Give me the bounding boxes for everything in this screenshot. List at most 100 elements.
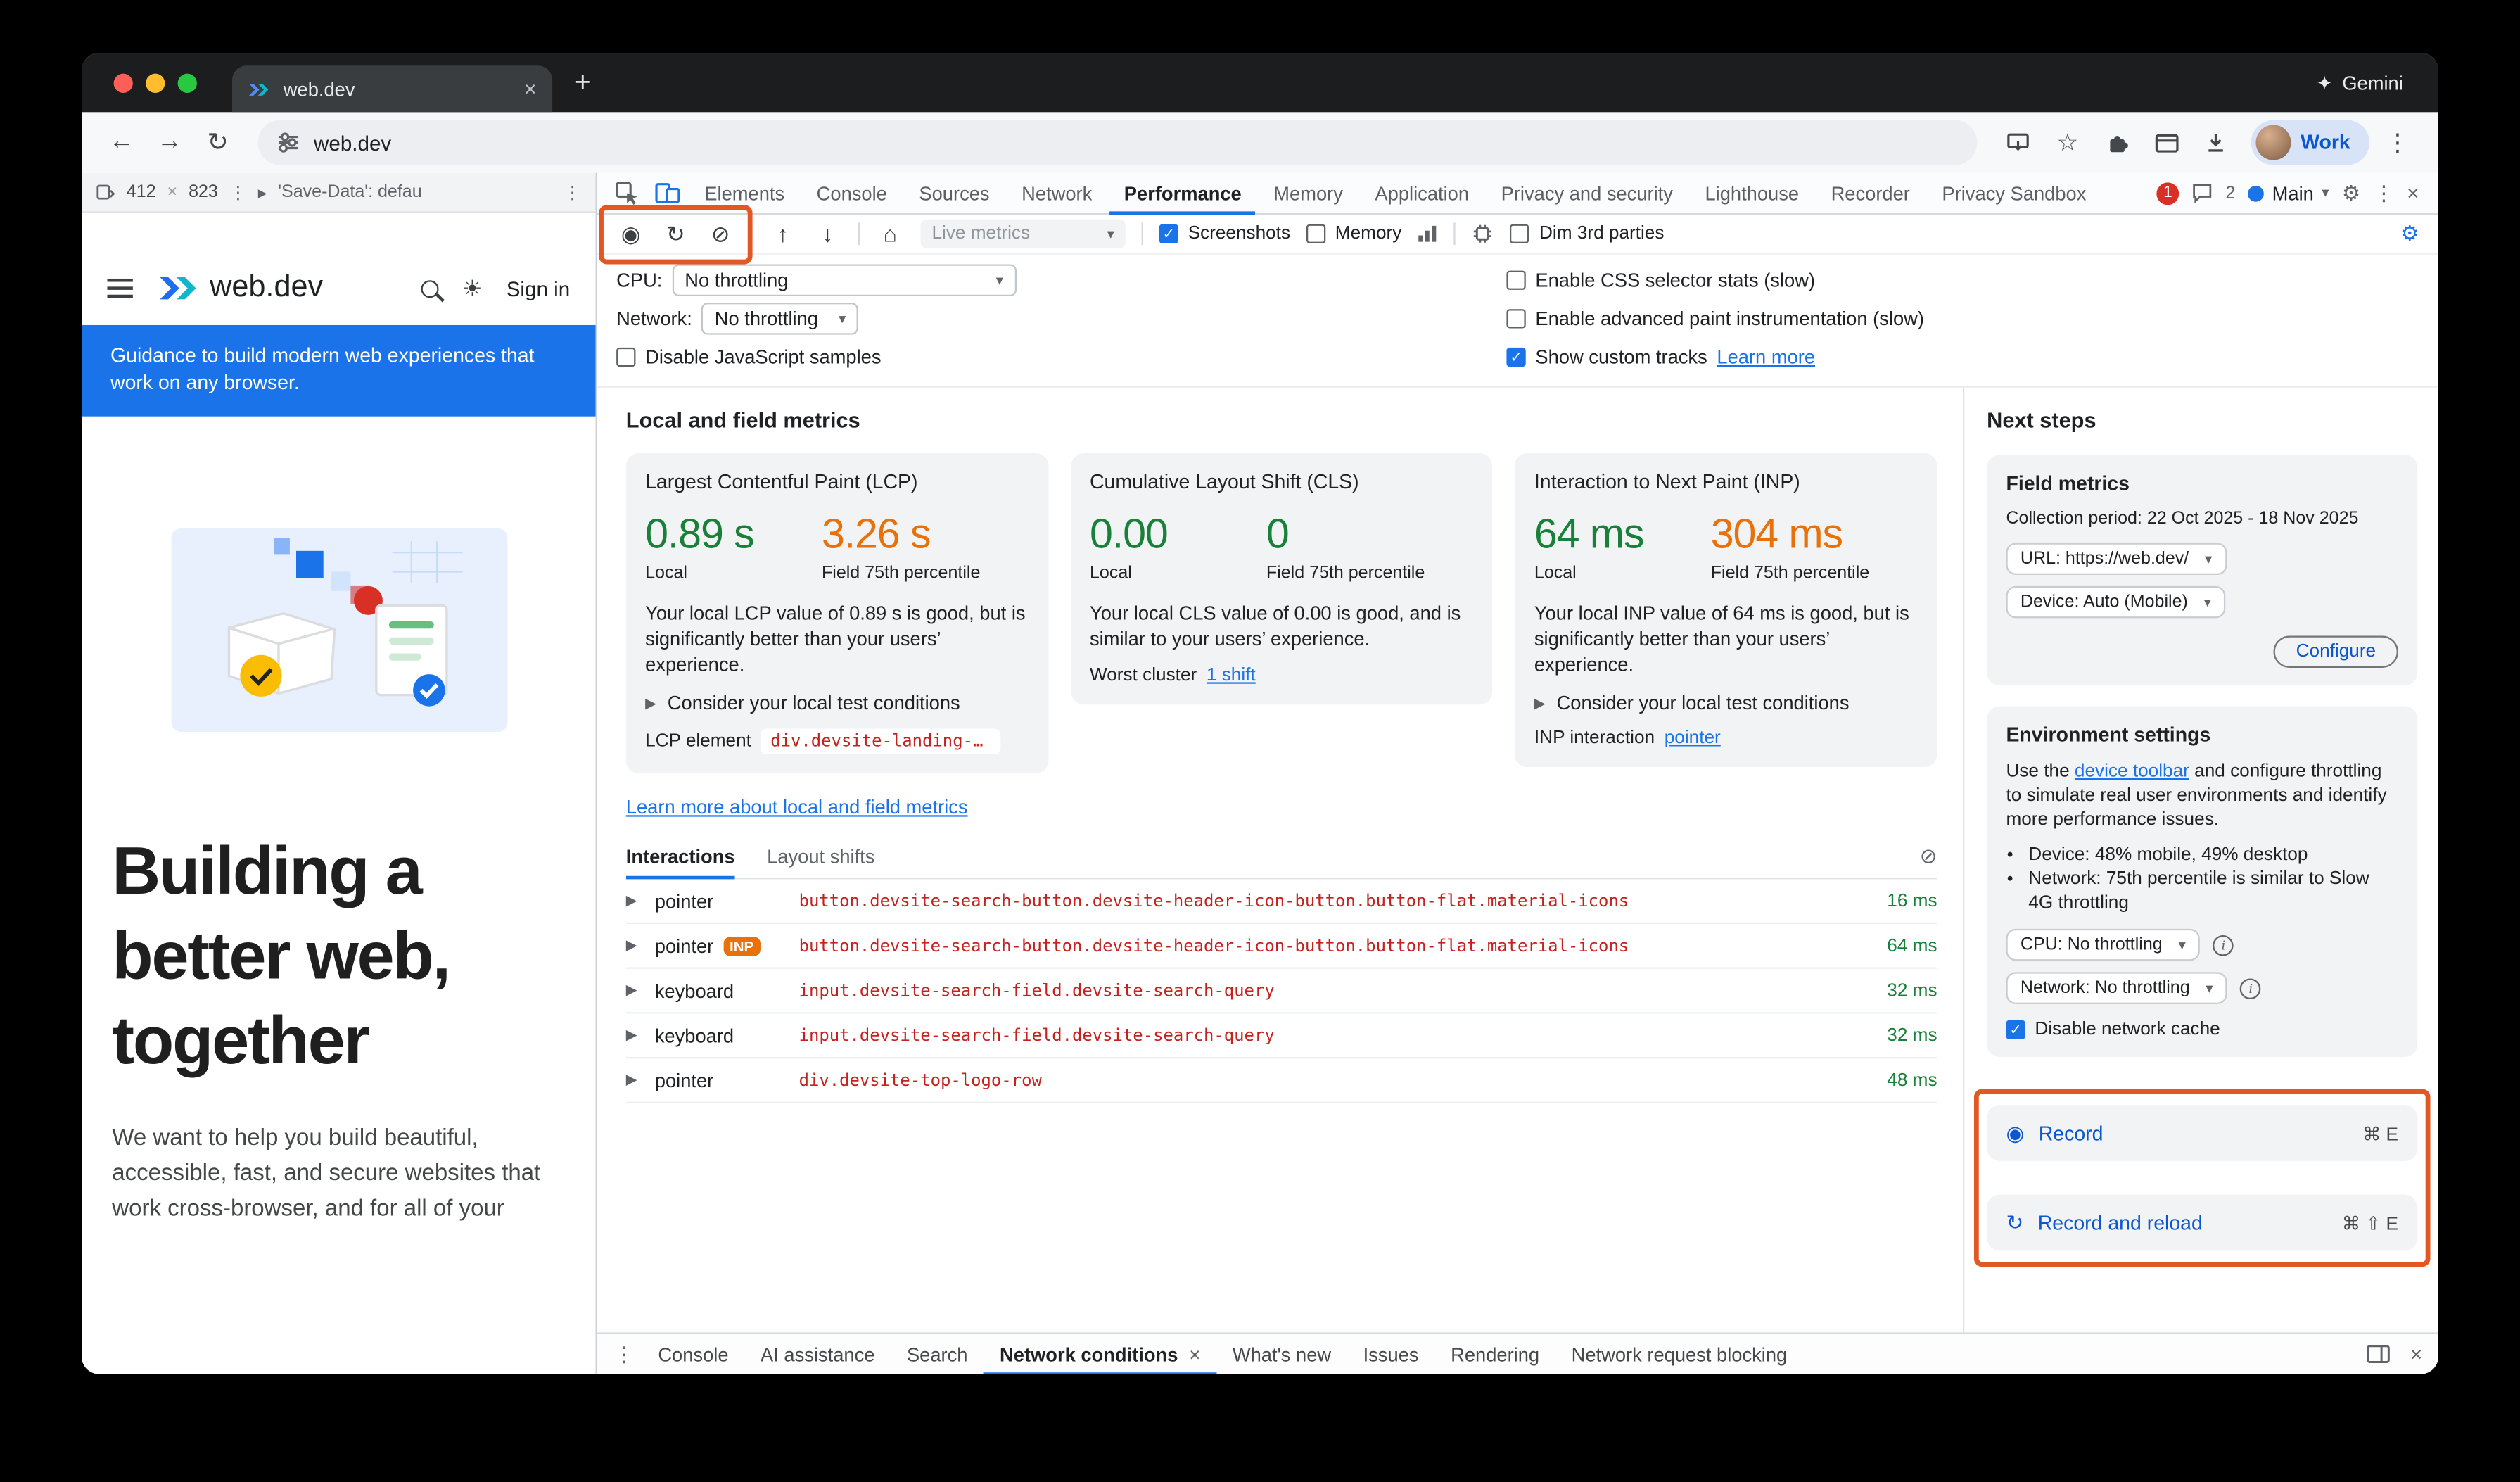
site-settings-icon[interactable] bbox=[277, 132, 300, 154]
disable-js-samples-checkbox[interactable] bbox=[616, 348, 635, 367]
clear-icon[interactable]: ⊘ bbox=[706, 220, 735, 248]
memory-checkbox[interactable] bbox=[1306, 224, 1325, 243]
field-device-select[interactable]: Device: Auto (Mobile) ▾ bbox=[2006, 586, 2225, 619]
interaction-row[interactable]: ▶ keyboard input.devsite-search-field.de… bbox=[626, 1014, 1937, 1059]
dim-3rd-parties-checkbox[interactable] bbox=[1510, 224, 1529, 243]
back-button[interactable]: ← bbox=[101, 128, 142, 157]
minimize-window-button[interactable] bbox=[146, 73, 165, 92]
close-window-button[interactable] bbox=[114, 73, 133, 92]
tab-lighthouse[interactable]: Lighthouse bbox=[1691, 172, 1814, 214]
screenshots-checkbox[interactable]: ✓ bbox=[1159, 224, 1178, 243]
dim-3rd-parties-checkbox-row[interactable]: Dim 3rd parties bbox=[1510, 224, 1664, 243]
tab-network[interactable]: Network bbox=[1007, 172, 1107, 214]
env-network-select[interactable]: Network: No throttling ▾ bbox=[2006, 972, 2227, 1004]
save-profile-icon[interactable]: ↓ bbox=[813, 221, 842, 246]
search-icon[interactable] bbox=[421, 279, 438, 297]
css-selector-stats-row[interactable]: Enable CSS selector stats (slow) bbox=[1506, 264, 1924, 296]
drawer-close-icon[interactable]: × bbox=[2410, 1342, 2422, 1366]
browser-menu-icon[interactable]: ⋮ bbox=[2376, 128, 2419, 157]
interaction-row[interactable]: ▶ pointer INP button.devsite-search-butt… bbox=[626, 924, 1937, 969]
downloads-icon[interactable] bbox=[2195, 132, 2238, 154]
field-url-select[interactable]: URL: https://web.dev/ ▾ bbox=[2006, 543, 2226, 575]
interaction-row[interactable]: ▶ keyboard input.devsite-search-field.de… bbox=[626, 969, 1937, 1014]
chevron-right-icon[interactable]: ▶ bbox=[626, 1071, 642, 1089]
sign-in-link[interactable]: Sign in bbox=[507, 277, 570, 300]
tab-layout-shifts[interactable]: Layout shifts bbox=[767, 834, 874, 879]
profile-chip[interactable]: Work bbox=[2251, 120, 2369, 165]
disable-network-cache-row[interactable]: ✓ Disable network cache bbox=[2006, 1020, 2398, 1039]
theme-toggle-icon[interactable]: ☀ bbox=[462, 274, 483, 302]
tab-memory[interactable]: Memory bbox=[1259, 172, 1358, 214]
drawer-tab-rendering[interactable]: Rendering bbox=[1434, 1334, 1555, 1374]
info-icon[interactable]: i bbox=[2240, 977, 2261, 999]
tab-performance[interactable]: Performance bbox=[1109, 172, 1256, 214]
reload-button[interactable]: ↻ bbox=[197, 127, 238, 159]
drawer-tab-issues[interactable]: Issues bbox=[1347, 1334, 1434, 1374]
cpu-throttling-select[interactable]: No throttling ▾ bbox=[672, 264, 1016, 296]
show-custom-tracks-checkbox[interactable]: ✓ bbox=[1506, 348, 1525, 367]
dock-side-icon[interactable] bbox=[2367, 1343, 2391, 1364]
cpu-throttle-icon[interactable] bbox=[1472, 222, 1494, 245]
capture-settings-icon[interactable]: ⚙ bbox=[2400, 221, 2419, 246]
device-toolbar-menu-icon[interactable]: ⋮ bbox=[564, 182, 581, 203]
site-logo[interactable]: web.dev bbox=[158, 271, 323, 306]
drawer-tab-ai-assistance[interactable]: AI assistance bbox=[744, 1334, 891, 1374]
tab-console[interactable]: Console bbox=[802, 172, 901, 214]
interaction-target-code[interactable]: button.devsite-search-button.devsite-hea… bbox=[799, 891, 1875, 910]
interaction-target-code[interactable]: input.devsite-search-field.devsite-searc… bbox=[799, 981, 1875, 1000]
configure-button[interactable]: Configure bbox=[2274, 635, 2398, 668]
disable-network-cache-checkbox[interactable]: ✓ bbox=[2006, 1020, 2025, 1039]
record-button[interactable]: ◉ Record ⌘ E bbox=[1987, 1105, 2417, 1161]
chevron-right-icon[interactable]: ▶ bbox=[626, 982, 642, 999]
advanced-paint-row[interactable]: Enable advanced paint instrumentation (s… bbox=[1506, 303, 1924, 335]
forward-button[interactable]: → bbox=[149, 128, 191, 157]
chevron-right-icon[interactable]: ▶ bbox=[626, 937, 642, 954]
inp-interaction-link[interactable]: pointer bbox=[1665, 728, 1721, 747]
memory-checkbox-row[interactable]: Memory bbox=[1306, 224, 1401, 243]
drawer-tab-search[interactable]: Search bbox=[891, 1334, 984, 1374]
extensions-puzzle-icon[interactable] bbox=[2096, 130, 2139, 154]
devtools-settings-icon[interactable]: ⚙ bbox=[2342, 180, 2361, 205]
advanced-paint-checkbox[interactable] bbox=[1506, 309, 1525, 328]
load-profile-icon[interactable]: ↑ bbox=[768, 221, 797, 246]
rotate-icon[interactable]: ▸ bbox=[258, 182, 267, 203]
info-icon[interactable]: i bbox=[2213, 935, 2234, 956]
interaction-row[interactable]: ▶ pointer div.devsite-top-logo-row 48 ms bbox=[626, 1058, 1937, 1103]
chevron-right-icon[interactable]: ▶ bbox=[626, 892, 642, 910]
record-and-reload-button[interactable]: ↻ Record and reload ⌘ ⇧ E bbox=[1987, 1195, 2417, 1251]
network-throttling-select[interactable]: No throttling ▾ bbox=[702, 303, 859, 335]
tab-elements[interactable]: Elements bbox=[690, 172, 799, 214]
network-throttle-icon[interactable] bbox=[1418, 224, 1439, 243]
interaction-target-code[interactable]: input.devsite-search-field.devsite-searc… bbox=[799, 1026, 1875, 1045]
chevron-right-icon[interactable]: ▶ bbox=[626, 1027, 642, 1044]
show-custom-tracks-row[interactable]: ✓ Show custom tracks Learn more bbox=[1506, 341, 1924, 374]
record-icon[interactable]: ◉ bbox=[616, 220, 645, 248]
device-toolbar-link[interactable]: device toolbar bbox=[2075, 762, 2189, 781]
viewport-width-input[interactable]: 412 bbox=[127, 182, 156, 201]
env-cpu-select[interactable]: CPU: No throttling ▾ bbox=[2006, 929, 2200, 961]
drawer-menu-icon[interactable]: ⋮ bbox=[613, 1341, 642, 1367]
client-hints-select[interactable]: 'Save-Data': defau bbox=[278, 182, 421, 201]
lcp-test-conditions-expander[interactable]: ▶ Consider your local test conditions bbox=[645, 692, 1029, 714]
live-metrics-home-icon[interactable]: ⌂ bbox=[876, 221, 905, 246]
zoom-select-icon[interactable]: ⋮ bbox=[229, 182, 247, 203]
devtools-close-icon[interactable]: × bbox=[2407, 181, 2419, 205]
send-to-device-icon[interactable] bbox=[1997, 132, 2039, 154]
device-type-select-icon[interactable] bbox=[96, 184, 115, 201]
lcp-element-code[interactable]: div.devsite-landing-row-ite… bbox=[761, 728, 1001, 754]
tab-privacy-and-security[interactable]: Privacy and security bbox=[1487, 172, 1687, 214]
drawer-tab-network-conditions[interactable]: Network conditions × bbox=[984, 1334, 1216, 1374]
learn-more-link[interactable]: Learn more bbox=[1717, 346, 1815, 369]
issues-icon[interactable] bbox=[2192, 182, 2213, 203]
disable-js-samples-row[interactable]: Disable JavaScript samples bbox=[616, 341, 1506, 374]
new-tab-button[interactable]: + bbox=[575, 66, 591, 99]
hamburger-menu-icon[interactable] bbox=[107, 279, 132, 298]
drawer-tab-network-request-blocking[interactable]: Network request blocking bbox=[1555, 1334, 1803, 1374]
close-icon[interactable]: × bbox=[1189, 1343, 1200, 1365]
viewport-height-input[interactable]: 823 bbox=[189, 182, 218, 201]
browser-tab[interactable]: web.dev × bbox=[232, 65, 552, 112]
device-toolbar-toggle-icon[interactable] bbox=[649, 181, 687, 205]
devtools-menu-icon[interactable]: ⋮ bbox=[2374, 180, 2395, 205]
drawer-tab-whats-new[interactable]: What's new bbox=[1216, 1334, 1347, 1374]
interaction-row[interactable]: ▶ pointer button.devsite-search-button.d… bbox=[626, 879, 1937, 924]
